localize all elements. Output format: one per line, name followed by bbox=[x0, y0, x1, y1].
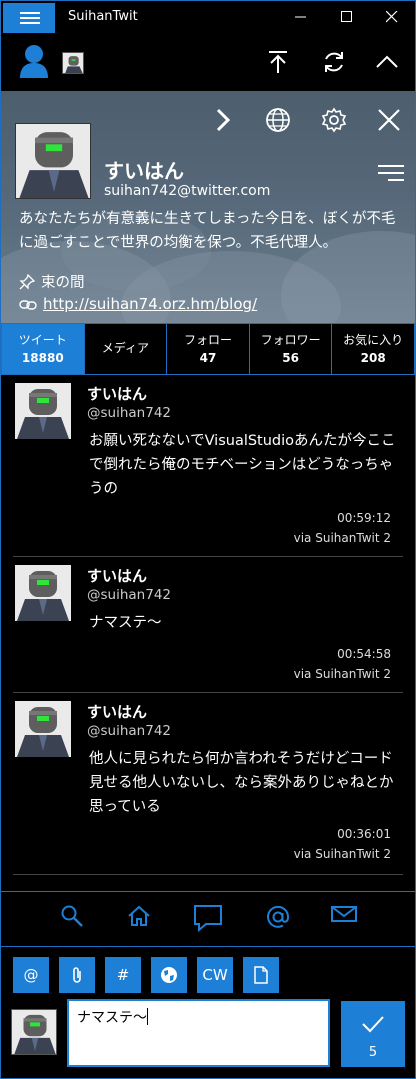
profile-url[interactable]: http://suihan74.orz.hm/blog/ bbox=[19, 295, 257, 313]
search-icon[interactable] bbox=[54, 904, 90, 936]
tab-label: ツイート bbox=[18, 333, 67, 347]
close-icon[interactable] bbox=[374, 105, 404, 135]
mention-button[interactable]: @ bbox=[13, 957, 49, 993]
maximize-icon[interactable] bbox=[324, 1, 370, 33]
collapse-icon[interactable] bbox=[370, 45, 404, 79]
globe-icon[interactable] bbox=[263, 105, 293, 135]
profile-location: 束の間 bbox=[19, 271, 85, 292]
tab-count: 47 bbox=[199, 351, 217, 365]
person-icon[interactable] bbox=[19, 44, 49, 78]
tab-count: 208 bbox=[360, 351, 386, 365]
check-icon bbox=[362, 1016, 384, 1033]
tab-followers[interactable]: フォロワー 56 bbox=[249, 323, 333, 375]
hashtag-button[interactable]: # bbox=[105, 957, 141, 993]
tweet-avatar[interactable] bbox=[15, 565, 71, 621]
avatar[interactable] bbox=[62, 52, 84, 74]
tweet-avatar[interactable] bbox=[15, 383, 71, 439]
title-bar: SuihanTwit bbox=[1, 1, 415, 33]
tweet-screen-name: @suihan742 bbox=[87, 723, 171, 739]
menu-icon[interactable] bbox=[378, 165, 404, 183]
home-icon[interactable] bbox=[121, 904, 157, 936]
tweet-item[interactable]: すいはん @suihan742 お願い死なないでVisualStudioあんたが… bbox=[13, 375, 403, 557]
account-bar bbox=[1, 33, 415, 91]
tweet-name: すいはん bbox=[87, 385, 148, 403]
minimize-icon[interactable] bbox=[278, 1, 324, 33]
tweet-time: 00:54:58 bbox=[337, 647, 391, 661]
cw-button[interactable]: CW bbox=[197, 957, 233, 993]
tweet-text: ナマステ〜 bbox=[89, 615, 162, 631]
gear-icon[interactable] bbox=[319, 105, 349, 135]
tab-label: メディア bbox=[101, 341, 149, 355]
refresh-icon[interactable] bbox=[317, 45, 351, 79]
tab-favorites[interactable]: お気に入り 208 bbox=[332, 323, 415, 375]
chevron-right-icon[interactable] bbox=[208, 105, 238, 135]
tab-count: 18880 bbox=[21, 351, 64, 365]
compose-text: ナマステ〜 bbox=[77, 1010, 147, 1026]
tweet-item[interactable]: すいはん @suihan742 ナマステ〜 00:54:58 via Suiha… bbox=[13, 557, 403, 693]
bottom-nav bbox=[1, 891, 415, 947]
tab-tweets[interactable]: ツイート 18880 bbox=[1, 323, 85, 375]
document-icon[interactable] bbox=[243, 957, 279, 993]
compose-area: @ # CW ナマステ〜 5 bbox=[1, 947, 415, 1078]
tab-label: フォロワー bbox=[260, 333, 321, 347]
tweet-via: via SuihanTwit 2 bbox=[293, 531, 391, 545]
compose-avatar bbox=[11, 1009, 57, 1055]
pin-icon bbox=[19, 273, 36, 290]
scroll-top-icon[interactable] bbox=[261, 45, 295, 79]
url-link[interactable]: http://suihan74.orz.hm/blog/ bbox=[43, 295, 257, 313]
tweet-item[interactable]: すいはん @suihan742 他人に見られたら何か言われそうだけどコード見せる… bbox=[13, 693, 403, 875]
reply-icon[interactable] bbox=[190, 904, 226, 936]
tweet-text: お願い死なないでVisualStudioあんたが今ここで倒れたら俺のモチベーショ… bbox=[89, 433, 396, 497]
profile-tabs: ツイート 18880 メディア フォロー 47 フォロワー 56 お気に入り 2… bbox=[1, 323, 415, 375]
tweet-via: via SuihanTwit 2 bbox=[293, 667, 391, 681]
text-caret bbox=[147, 1008, 148, 1025]
tweet-screen-name: @suihan742 bbox=[87, 587, 171, 603]
profile-screen-name: suihan742@twitter.com bbox=[104, 183, 271, 199]
tweet-avatar[interactable] bbox=[15, 701, 71, 757]
tab-count: 56 bbox=[282, 351, 299, 365]
profile-name: すいはん bbox=[104, 159, 184, 183]
mention-icon[interactable] bbox=[260, 904, 296, 936]
profile-bio: あなたたちが有意義に生きてしまった今日を、ぼくが不毛に過ごすことで世界の均衡を保… bbox=[19, 211, 396, 251]
profile-avatar[interactable] bbox=[15, 123, 91, 199]
mail-icon[interactable] bbox=[326, 904, 362, 936]
tweet-text: 他人に見られたら何か言われそうだけどコード見せる他人いないし、なら案外ありじゃね… bbox=[89, 751, 394, 815]
tab-following[interactable]: フォロー 47 bbox=[167, 323, 250, 375]
remaining-count: 5 bbox=[368, 1045, 378, 1060]
hamburger-icon[interactable] bbox=[3, 3, 55, 33]
compose-input[interactable]: ナマステ〜 bbox=[67, 999, 330, 1067]
location-text: 束の間 bbox=[41, 275, 85, 291]
app-window: SuihanTwit すいはん suihan742@twitter.com あな… bbox=[0, 0, 416, 1079]
send-button[interactable]: 5 bbox=[341, 1001, 405, 1067]
attach-icon[interactable] bbox=[59, 957, 95, 993]
tweet-name: すいはん bbox=[87, 567, 148, 585]
tweet-via: via SuihanTwit 2 bbox=[293, 847, 391, 861]
tweet-name: すいはん bbox=[87, 703, 148, 721]
tab-label: お気に入り bbox=[343, 333, 404, 347]
link-icon bbox=[19, 300, 37, 310]
close-icon[interactable] bbox=[369, 1, 415, 33]
tab-label: フォロー bbox=[183, 333, 232, 347]
tab-media[interactable]: メディア bbox=[84, 323, 168, 375]
tweet-time: 00:36:01 bbox=[337, 827, 391, 841]
app-title: SuihanTwit bbox=[68, 9, 138, 24]
tweet-time: 00:59:12 bbox=[337, 511, 391, 525]
timeline[interactable]: すいはん @suihan742 お願い死なないでVisualStudioあんたが… bbox=[1, 375, 415, 891]
profile-header: すいはん suihan742@twitter.com あなたたちが有意義に生きて… bbox=[1, 91, 415, 323]
tweet-screen-name: @suihan742 bbox=[87, 405, 171, 421]
globe-icon[interactable] bbox=[151, 957, 187, 993]
